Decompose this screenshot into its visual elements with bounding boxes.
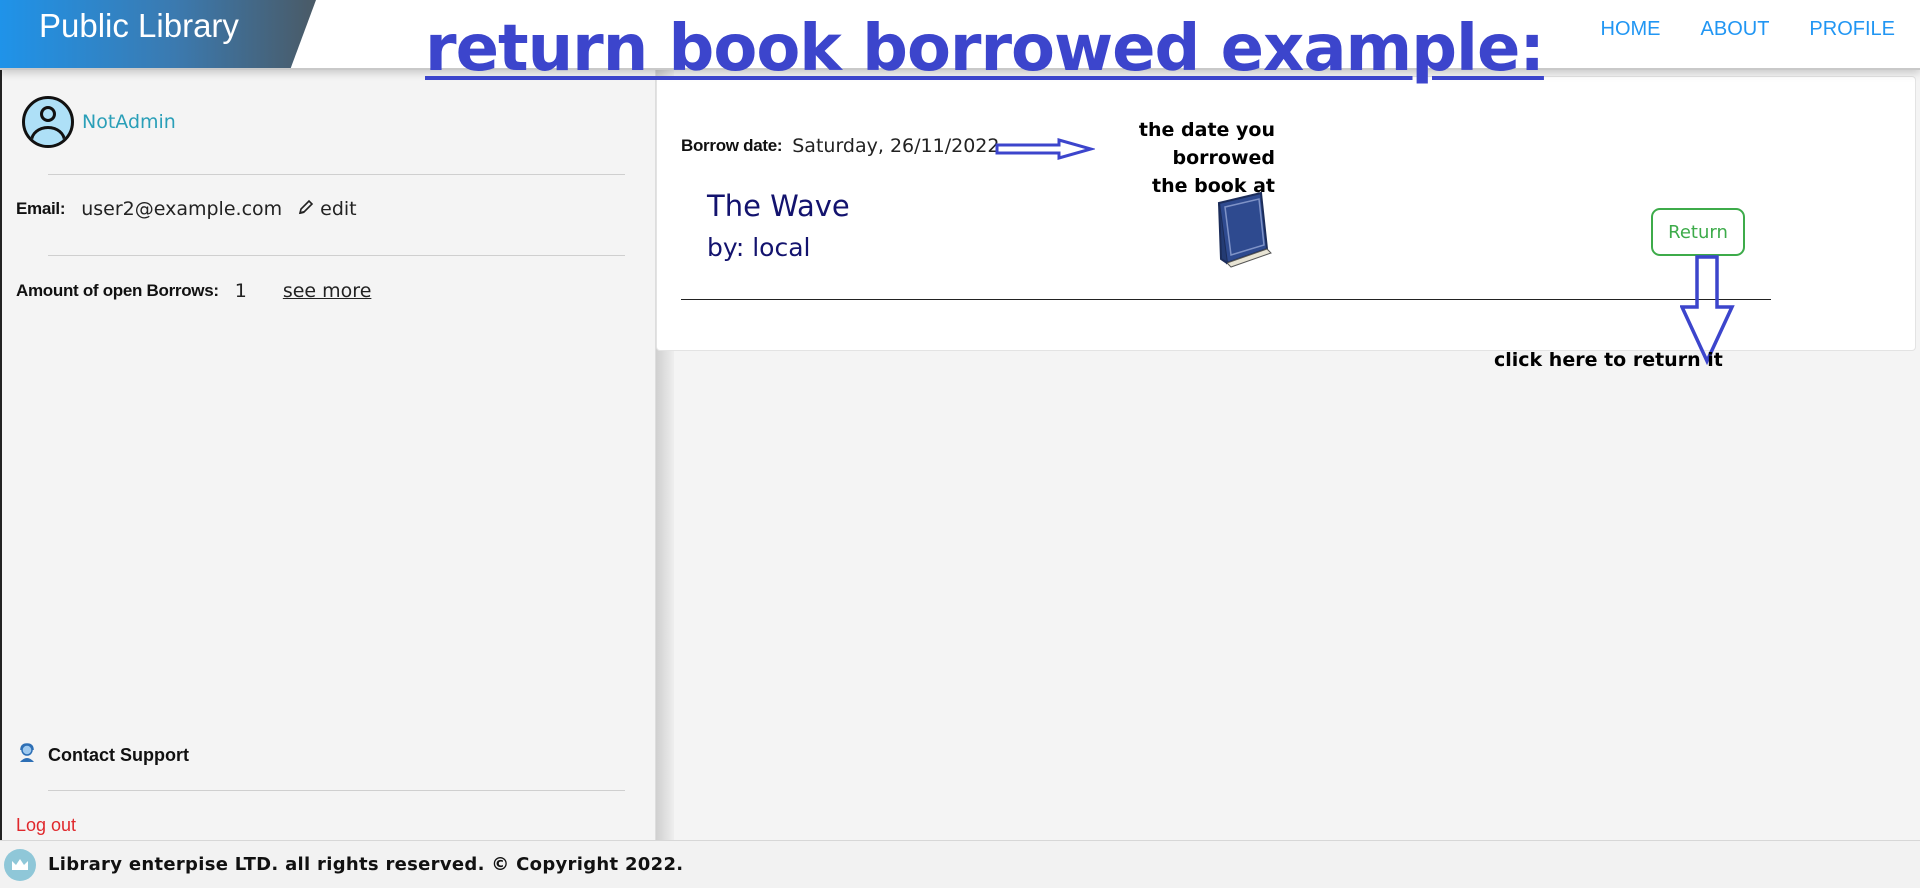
page-footer: Library enterpise LTD. all rights reserv… bbox=[0, 840, 1920, 888]
annotation-date-note: the date you borrowed the book at bbox=[1057, 116, 1275, 200]
user-circle-icon bbox=[22, 96, 74, 148]
book-author: by: local bbox=[707, 233, 811, 262]
borrow-date-row: Borrow date: Saturday, 26/11/2022 bbox=[681, 135, 999, 157]
crown-icon bbox=[4, 848, 36, 881]
logout-link[interactable]: Log out bbox=[16, 815, 76, 836]
annotation-date-note-line: the date you borrowed bbox=[1138, 119, 1275, 169]
annotation-title: return book borrowed example: bbox=[425, 12, 1545, 86]
card-divider bbox=[681, 299, 1771, 300]
sidebar-divider bbox=[48, 255, 625, 256]
nav-about-link[interactable]: ABOUT bbox=[1701, 16, 1770, 42]
borrow-date-label: Borrow date: bbox=[681, 136, 783, 155]
brand-title[interactable]: Public Library bbox=[39, 6, 239, 46]
nav-profile-link[interactable]: PROFILE bbox=[1809, 16, 1895, 42]
borrow-date-value: Saturday, 26/11/2022 bbox=[792, 135, 1000, 157]
email-row: Email: user2@example.com edit bbox=[16, 198, 357, 220]
edit-email-link[interactable]: edit bbox=[320, 198, 356, 220]
annotation-date-note-line: the book at bbox=[1152, 175, 1275, 197]
contact-support-label: Contact Support bbox=[48, 745, 189, 765]
book-icon bbox=[1209, 189, 1289, 269]
see-more-link[interactable]: see more bbox=[283, 280, 372, 302]
main-nav: HOME ABOUT PROFILE bbox=[1601, 16, 1895, 42]
open-borrows-label: Amount of open Borrows: bbox=[16, 281, 219, 300]
user-row: NotAdmin bbox=[22, 96, 176, 148]
book-title: The Wave bbox=[707, 189, 850, 223]
return-button[interactable]: Return bbox=[1651, 208, 1745, 256]
open-borrows-count: 1 bbox=[234, 280, 247, 302]
annotation-return-note: click here to return it bbox=[1494, 349, 1723, 371]
username-label: NotAdmin bbox=[82, 111, 176, 133]
nav-home-link[interactable]: HOME bbox=[1601, 16, 1661, 42]
open-borrows-row: Amount of open Borrows: 1 see more bbox=[16, 280, 371, 302]
profile-sidebar: NotAdmin Email: user2@example.com edit A… bbox=[0, 70, 656, 840]
contact-support-button[interactable]: Contact Support bbox=[16, 742, 189, 769]
support-agent-icon bbox=[16, 742, 38, 769]
email-label: Email: bbox=[16, 199, 66, 218]
sidebar-divider bbox=[48, 790, 625, 791]
sidebar-divider bbox=[48, 174, 625, 175]
footer-copyright: Library enterpise LTD. all rights reserv… bbox=[48, 854, 684, 875]
pencil-icon[interactable] bbox=[298, 199, 314, 220]
email-value: user2@example.com bbox=[81, 198, 283, 220]
